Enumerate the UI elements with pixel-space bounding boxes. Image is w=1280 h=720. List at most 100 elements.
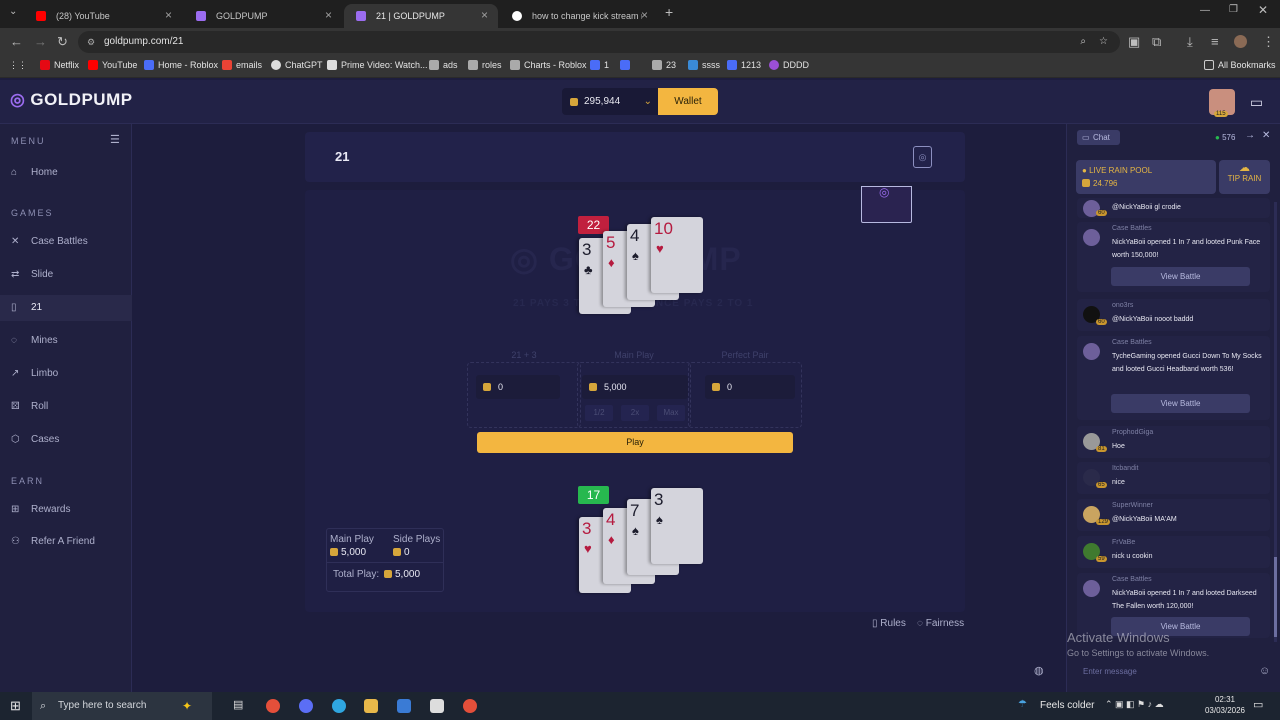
emoji-icon[interactable]: ☺ bbox=[1259, 665, 1270, 677]
bookmark-star-icon[interactable]: ☆ bbox=[1099, 31, 1108, 53]
bookmark-1[interactable]: 1 bbox=[590, 60, 609, 70]
bet-input-main[interactable]: 5,000 bbox=[582, 375, 688, 399]
card-deck-icon[interactable]: ◎ bbox=[913, 146, 932, 168]
rules-link[interactable]: ▯ Rules bbox=[872, 618, 906, 629]
tab-kick-search[interactable]: how to change kick stream nam× bbox=[500, 4, 658, 28]
close-chat-icon[interactable]: ✕ bbox=[1262, 130, 1270, 141]
tab-youtube[interactable]: (28) YouTube × bbox=[24, 4, 182, 28]
collapse-menu-icon[interactable]: ☰ bbox=[110, 133, 120, 146]
minimize-icon[interactable]: — bbox=[1200, 5, 1210, 16]
weather-text[interactable]: Feels colder bbox=[1040, 700, 1094, 711]
sidebar-item-rewards[interactable]: ⊞ Rewards bbox=[0, 497, 132, 523]
tab-label: (28) YouTube bbox=[56, 11, 110, 21]
sidebar-item-mines[interactable]: ◌ Mines bbox=[0, 328, 132, 354]
bookmark-charts-roblox[interactable]: Charts - Roblox bbox=[510, 60, 587, 70]
bet-input-21plus3[interactable]: 0 bbox=[476, 375, 560, 399]
sidebar-item-refer-a-friend[interactable]: ⚇ Refer A Friend bbox=[0, 529, 132, 555]
reload-icon[interactable]: ↻ bbox=[57, 34, 68, 50]
apps-grid-icon[interactable]: ⋮⋮ bbox=[9, 60, 27, 71]
edge-icon[interactable] bbox=[332, 699, 346, 713]
chat-toggle-icon[interactable]: ▭ bbox=[1244, 90, 1269, 114]
bookmark-prime-video[interactable]: Prime Video: Watch... bbox=[327, 60, 428, 70]
clock-date[interactable]: 03/03/2026 bbox=[1200, 706, 1250, 715]
close-icon[interactable]: × bbox=[641, 8, 648, 22]
site-info-icon[interactable]: ⚙ bbox=[87, 31, 95, 53]
forward-icon[interactable]: → bbox=[34, 34, 47, 49]
bet-input-perfect-pair[interactable]: 0 bbox=[705, 375, 795, 399]
bookmark-ssss[interactable]: ssss bbox=[688, 60, 720, 70]
all-bookmarks[interactable]: All Bookmarks bbox=[1204, 60, 1276, 70]
file-explorer-icon[interactable] bbox=[364, 699, 378, 713]
close-icon[interactable]: × bbox=[325, 8, 332, 22]
bookmark-untitled[interactable] bbox=[620, 60, 634, 70]
bookmark-roles[interactable]: roles bbox=[468, 60, 502, 70]
arrow-right-icon[interactable]: → bbox=[1245, 130, 1255, 141]
bookmark-ads[interactable]: ads bbox=[429, 60, 458, 70]
bookmark-youtube[interactable]: YouTube bbox=[88, 60, 137, 70]
bookmark-netflix[interactable]: Netflix bbox=[40, 60, 79, 70]
chat-input[interactable]: Enter message bbox=[1077, 664, 1257, 680]
tab-21-goldpump[interactable]: 21 | GOLDPUMP × bbox=[344, 4, 498, 28]
avatar bbox=[1083, 343, 1100, 360]
new-tab-icon[interactable]: + bbox=[665, 4, 673, 20]
bookmark-home-roblox[interactable]: Home - Roblox bbox=[144, 60, 218, 70]
chat-tab[interactable]: ▭ Chat bbox=[1077, 130, 1120, 145]
window-close-icon[interactable]: ✕ bbox=[1258, 3, 1268, 17]
goldpump-logo[interactable]: ◎ GOLDPUMP bbox=[10, 90, 133, 110]
sidebar-item-home[interactable]: ⌂ Home bbox=[0, 160, 132, 186]
chat-scrollbar[interactable] bbox=[1274, 202, 1277, 642]
extension-icon[interactable]: ▣ bbox=[1128, 34, 1140, 50]
profile-avatar[interactable] bbox=[1234, 35, 1247, 48]
obs-icon[interactable] bbox=[430, 699, 444, 713]
clock-time[interactable]: 02:31 bbox=[1200, 695, 1250, 704]
fairness-link[interactable]: ◌ Fairness bbox=[917, 618, 964, 629]
taskbar-search[interactable]: ⌕ Type here to search ✦ bbox=[32, 692, 212, 720]
view-battle-button[interactable]: View Battle bbox=[1111, 394, 1250, 413]
tip-rain-button[interactable]: ☁ TIP RAIN bbox=[1219, 160, 1270, 194]
discord-icon[interactable] bbox=[299, 699, 313, 713]
download-icon[interactable]: ⤓ bbox=[1187, 34, 1193, 50]
balance-display[interactable]: 295,944 ⌄ bbox=[562, 88, 658, 115]
coin-icon bbox=[712, 383, 720, 391]
sidebar-item-21[interactable]: ▯ 21 bbox=[0, 295, 132, 321]
bookmark-23[interactable]: 23 bbox=[652, 60, 676, 70]
headset-icon[interactable]: ◍ bbox=[1034, 664, 1044, 677]
sidebar-item-label: Refer A Friend bbox=[31, 536, 95, 547]
sidebar-item-cases[interactable]: ⬡ Cases bbox=[0, 427, 132, 453]
address-bar[interactable]: ⚙ goldpump.com/21 ⌕ ☆ bbox=[78, 31, 1120, 53]
sidebar-item-case-battles[interactable]: ✕ Case Battles bbox=[0, 229, 132, 255]
max-bet-button[interactable]: Max bbox=[657, 405, 685, 421]
close-icon[interactable]: × bbox=[481, 8, 488, 22]
bookmark-dddd[interactable]: DDDD bbox=[769, 60, 809, 70]
double-bet-button[interactable]: 2x bbox=[621, 405, 649, 421]
sidebar-item-limbo[interactable]: ↗ Limbo bbox=[0, 361, 132, 387]
chevron-down-icon[interactable]: ⌄ bbox=[644, 88, 652, 115]
bookmark-chatgpt[interactable]: ChatGPT bbox=[271, 60, 323, 70]
view-battle-button[interactable]: View Battle bbox=[1111, 267, 1250, 286]
task-view-icon[interactable]: ▤ bbox=[233, 698, 243, 711]
play-button[interactable]: Play bbox=[477, 432, 793, 453]
bookmark-1213[interactable]: 1213 bbox=[727, 60, 761, 70]
user-avatar[interactable]: 115 bbox=[1209, 89, 1235, 117]
roblox-icon[interactable] bbox=[463, 699, 477, 713]
tray-icons[interactable]: ⌃ ▣ ◧ ⚑ ♪ ☁ bbox=[1105, 699, 1164, 710]
chrome-icon[interactable] bbox=[266, 699, 280, 713]
media-icon[interactable]: ≡ bbox=[1211, 34, 1219, 49]
wallet-button[interactable]: Wallet bbox=[658, 88, 718, 115]
half-bet-button[interactable]: 1/2 bbox=[585, 405, 613, 421]
bookmark-emails[interactable]: emails bbox=[222, 60, 262, 70]
sidebar-item-roll[interactable]: ⚄ Roll bbox=[0, 394, 132, 420]
coin-icon bbox=[483, 383, 491, 391]
vscode-icon[interactable] bbox=[397, 699, 411, 713]
notifications-icon[interactable]: ▭ bbox=[1253, 698, 1263, 711]
sidebar-item-slide[interactable]: ⇄ Slide bbox=[0, 262, 132, 288]
tab-search-icon[interactable]: ⌄ bbox=[9, 6, 17, 17]
windows-start-icon[interactable]: ⊞ bbox=[10, 698, 21, 714]
puzzle-icon[interactable]: ⧉ bbox=[1152, 34, 1161, 50]
tab-goldpump[interactable]: GOLDPUMP × bbox=[184, 4, 342, 28]
zoom-icon[interactable]: ⌕ bbox=[1080, 31, 1086, 53]
back-icon[interactable]: ← bbox=[10, 34, 23, 49]
close-icon[interactable]: × bbox=[165, 8, 172, 22]
restore-icon[interactable]: ❐ bbox=[1229, 4, 1238, 15]
menu-kebab-icon[interactable]: ⋮ bbox=[1262, 34, 1275, 50]
